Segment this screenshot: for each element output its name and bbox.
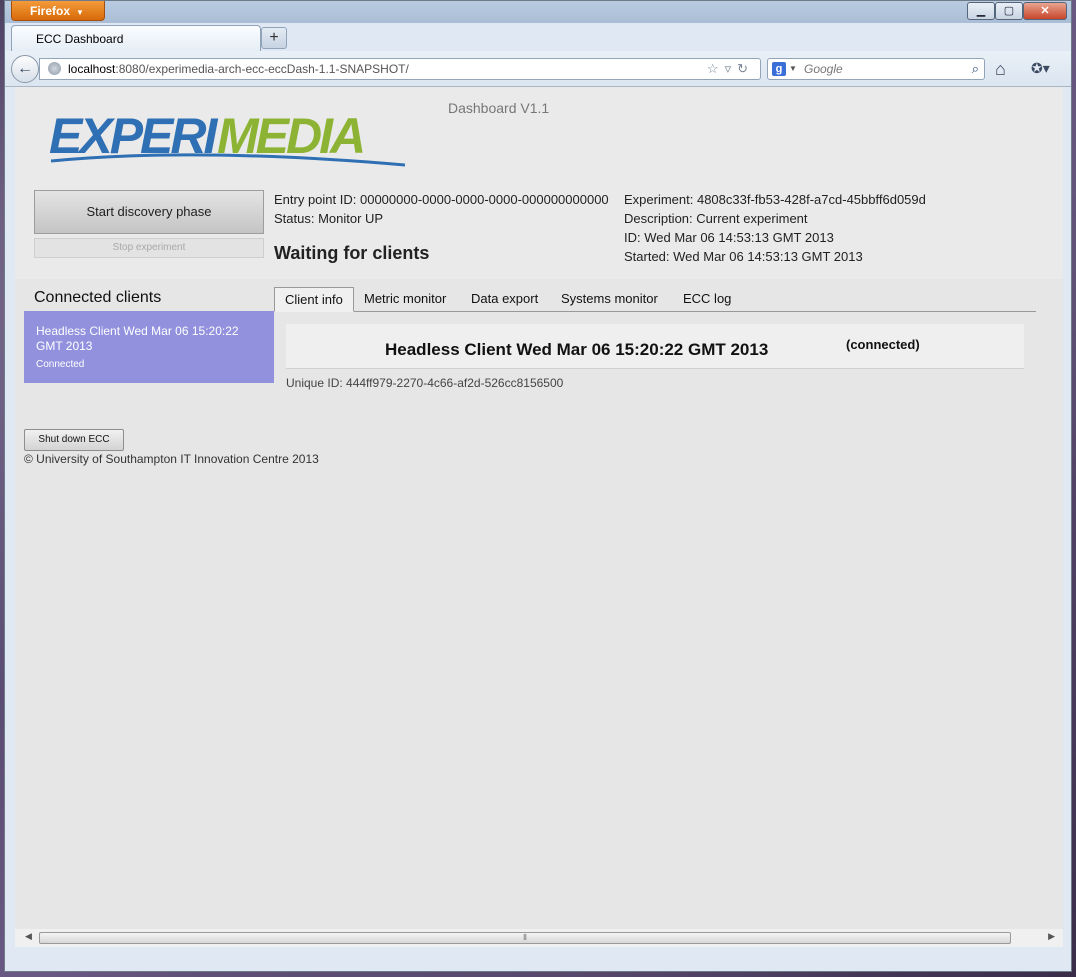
bookmarks-icon[interactable]: ✪▾ bbox=[1031, 60, 1050, 77]
monitor-status: Status: Monitor UP bbox=[274, 211, 384, 226]
experiment-description: Description: Current experiment bbox=[624, 211, 808, 226]
dashboard-header: EXPERI MEDIA Dashboard V1.1 Start discov… bbox=[15, 87, 1063, 279]
client-name: Headless Client Wed Mar 06 15:20:22 GMT … bbox=[36, 324, 239, 353]
entry-point-id: Entry point ID: 00000000-0000-0000-0000-… bbox=[274, 192, 609, 207]
start-discovery-button[interactable]: Start discovery phase bbox=[34, 190, 264, 234]
search-input[interactable]: g ▼ Google ⌕ bbox=[767, 58, 985, 80]
client-info-panel: Headless Client Wed Mar 06 15:20:22 GMT … bbox=[286, 324, 1024, 369]
dropdown-icon[interactable]: ▿ bbox=[725, 61, 738, 76]
tab-client-info[interactable]: Client info bbox=[274, 287, 354, 312]
tab-metric-monitor[interactable]: Metric monitor bbox=[364, 287, 446, 311]
close-window-button[interactable]: ✕ bbox=[1023, 2, 1067, 20]
search-placeholder: Google bbox=[804, 62, 843, 76]
waiting-status: Waiting for clients bbox=[274, 243, 430, 263]
firefox-button-label: Firefox bbox=[30, 4, 71, 18]
client-unique-id: Unique ID: 444ff979-2270-4c66-af2d-526cc… bbox=[286, 376, 564, 390]
tab-strip: ECC Dashboard + bbox=[5, 23, 1071, 51]
experiment-started: Started: Wed Mar 06 14:53:13 GMT 2013 bbox=[624, 249, 863, 264]
logo-text-experi: EXPERI bbox=[49, 109, 219, 164]
url-bar[interactable]: localhost:8080/experimedia-arch-ecc-eccD… bbox=[39, 58, 761, 80]
firefox-menu-button[interactable]: Firefox ▼ bbox=[11, 1, 105, 21]
client-info-state: (connected) bbox=[846, 337, 920, 352]
horizontal-scrollbar[interactable]: ◀ ⦀ ▶ bbox=[15, 929, 1063, 947]
browser-window: Firefox ▼ ▁ ▢ ✕ ECC Dashboard + ← localho… bbox=[4, 0, 1072, 972]
scrollbar-thumb[interactable]: ⦀ bbox=[39, 932, 1011, 944]
client-info-name: Headless Client Wed Mar 06 15:20:22 GMT … bbox=[385, 340, 769, 359]
chevron-down-icon: ▼ bbox=[76, 8, 84, 17]
tab-systems-monitor[interactable]: Systems monitor bbox=[561, 287, 658, 311]
scroll-right-icon[interactable]: ▶ bbox=[1048, 931, 1055, 942]
experimedia-logo: EXPERI MEDIA bbox=[49, 109, 405, 167]
navigation-bar: ← localhost:8080/experimedia-arch-ecc-ec… bbox=[5, 51, 1071, 87]
copyright-text: © University of Southampton IT Innovatio… bbox=[24, 452, 319, 466]
reload-icon[interactable]: ↻ bbox=[737, 61, 754, 76]
back-arrow-icon[interactable]: ← bbox=[11, 55, 39, 83]
title-bar: Firefox ▼ ▁ ▢ ✕ bbox=[5, 1, 1071, 23]
star-icon[interactable]: ☆ bbox=[707, 61, 725, 76]
experiment-id: Experiment: 4808c33f-fb53-428f-a7cd-45bb… bbox=[624, 192, 926, 207]
shutdown-ecc-button[interactable]: Shut down ECC bbox=[24, 429, 124, 451]
scroll-left-icon[interactable]: ◀ bbox=[25, 931, 32, 942]
browser-tab-ecc-dashboard[interactable]: ECC Dashboard bbox=[11, 25, 261, 51]
logo-text-media: MEDIA bbox=[217, 109, 363, 164]
status-bar bbox=[5, 947, 1071, 971]
dashboard-version: Dashboard V1.1 bbox=[448, 100, 550, 116]
url-bar-icons: ☆▿↻ bbox=[707, 59, 754, 79]
tab-ecc-log[interactable]: ECC log bbox=[683, 287, 731, 311]
experiment-date-id: ID: Wed Mar 06 14:53:13 GMT 2013 bbox=[624, 230, 834, 245]
new-tab-button[interactable]: + bbox=[261, 27, 287, 49]
chevron-down-icon: ▼ bbox=[789, 64, 797, 73]
url-path: :8080/experimedia-arch-ecc-eccDash-1.1-S… bbox=[115, 62, 409, 76]
tab-data-export[interactable]: Data export bbox=[471, 287, 538, 311]
search-icon[interactable]: ⌕ bbox=[972, 59, 979, 79]
google-icon[interactable]: g bbox=[772, 62, 786, 76]
home-icon[interactable]: ⌂ bbox=[995, 59, 1006, 80]
client-list-item[interactable]: Headless Client Wed Mar 06 15:20:22 GMT … bbox=[24, 311, 274, 383]
tab-bar: Client info Metric monitor Data export S… bbox=[274, 287, 1036, 312]
globe-icon bbox=[48, 62, 61, 75]
url-host: localhost bbox=[68, 62, 116, 76]
page-content: EXPERI MEDIA Dashboard V1.1 Start discov… bbox=[15, 87, 1063, 929]
connected-clients-title: Connected clients bbox=[34, 289, 162, 306]
client-status: Connected bbox=[36, 359, 85, 370]
maximize-button[interactable]: ▢ bbox=[995, 2, 1023, 20]
stop-experiment-button[interactable]: Stop experiment bbox=[34, 238, 264, 258]
minimize-button[interactable]: ▁ bbox=[967, 2, 995, 20]
